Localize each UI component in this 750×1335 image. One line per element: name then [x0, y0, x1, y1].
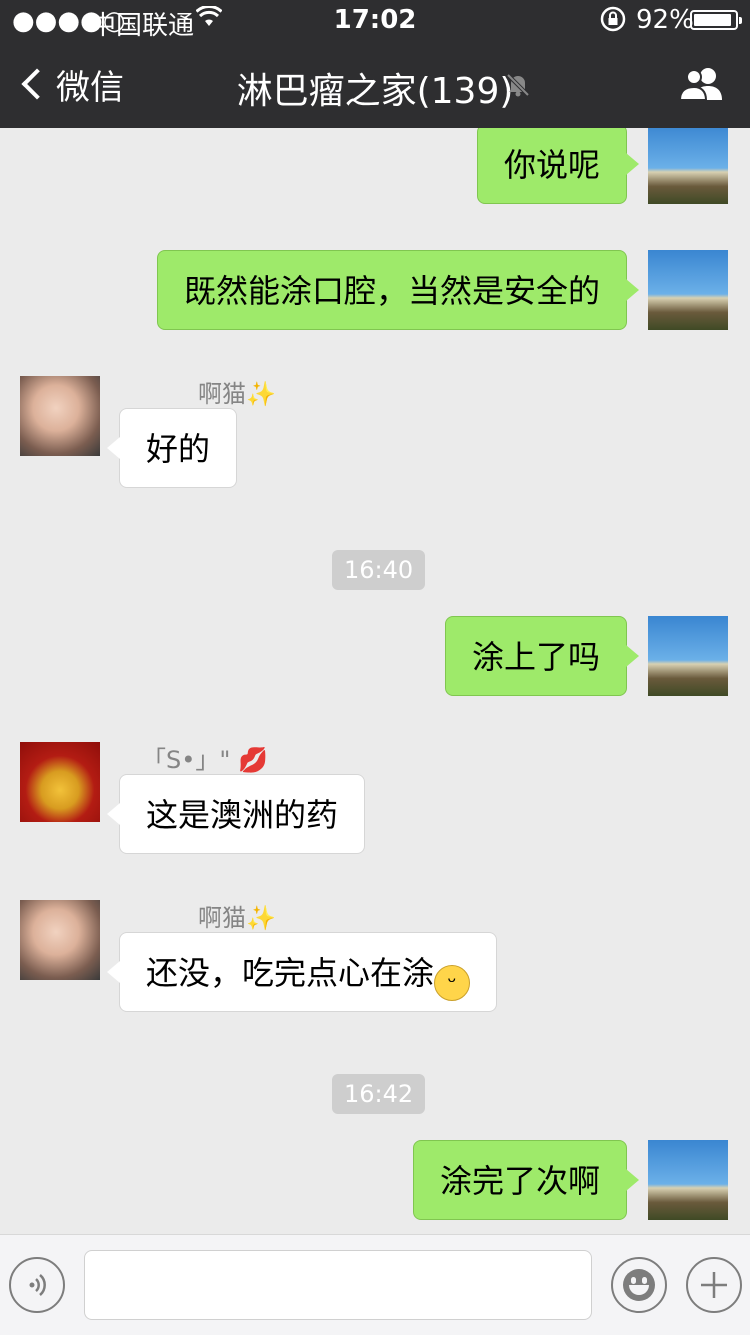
sparkles-icon: ✨ [246, 904, 276, 932]
timestamp: 16:40 [332, 550, 426, 590]
incoming-message[interactable]: 还没，吃完点心在涂 ᵕ [106, 932, 498, 1012]
my-avatar[interactable] [648, 128, 728, 204]
bell-muted-icon [505, 72, 531, 105]
grinning-face-icon: ᵕ [434, 965, 471, 1001]
plus-icon [701, 1272, 727, 1298]
navigation-bar: 微信 淋巴瘤之家(139) [0, 40, 750, 128]
chat-title[interactable]: 淋巴瘤之家(139) [0, 62, 750, 114]
more-button[interactable] [686, 1257, 742, 1313]
group-members-icon[interactable] [678, 66, 726, 102]
battery-fill [694, 14, 731, 26]
timestamp: 16:42 [332, 1074, 426, 1114]
my-avatar[interactable] [648, 616, 728, 696]
outgoing-message[interactable]: 既然能涂口腔，当然是安全的 [156, 250, 640, 330]
sender-name-text: 啊猫 [198, 380, 246, 408]
face-eye-left [631, 1277, 636, 1284]
emoji-icon [623, 1269, 655, 1301]
sender-name-text: 啊猫 [198, 904, 246, 932]
sender-name: 「S•」" 💋 [142, 740, 268, 775]
my-avatar[interactable] [648, 250, 728, 330]
message-input[interactable] [84, 1250, 592, 1320]
outgoing-message[interactable]: 你说呢 [476, 128, 640, 204]
my-avatar[interactable] [648, 1140, 728, 1220]
message-text: 还没，吃完点心在涂 [146, 954, 435, 992]
voice-button[interactable] [9, 1257, 65, 1313]
top-bar: ●●●●○ 中国联通 17:02 92% 微信 淋巴瘤之家(139) [0, 0, 750, 128]
incoming-message[interactable]: 好的 [106, 408, 238, 488]
sender-avatar[interactable] [20, 742, 100, 822]
outgoing-message[interactable]: 涂完了次啊 [412, 1140, 640, 1220]
outgoing-message[interactable]: 涂上了吗 [444, 616, 640, 696]
sender-name: 啊猫✨ [198, 898, 276, 933]
emoji-button[interactable] [611, 1257, 667, 1313]
sender-avatar[interactable] [20, 376, 100, 456]
sender-name: 啊猫✨ [198, 374, 276, 409]
kiss-mark-icon: 💋 [238, 746, 268, 774]
voice-icon [29, 1274, 46, 1296]
face-mouth [629, 1285, 649, 1295]
battery-icon [690, 10, 742, 30]
incoming-message[interactable]: 这是澳洲的药 [106, 774, 366, 854]
face-eye-right [642, 1277, 647, 1284]
battery-percent: 92% [636, 5, 694, 35]
sender-avatar[interactable] [20, 900, 100, 980]
sender-name-text: 「S•」" [142, 746, 231, 774]
rotation-lock-icon [598, 4, 628, 41]
status-bar: ●●●●○ 中国联通 17:02 92% [0, 0, 750, 41]
chat-area[interactable]: 你说呢 既然能涂口腔，当然是安全的 啊猫✨ 好的 16:40 涂上了吗 「S•」… [0, 128, 750, 1234]
input-bar [0, 1234, 750, 1335]
battery-nub [739, 17, 742, 24]
sparkles-icon: ✨ [246, 380, 276, 408]
